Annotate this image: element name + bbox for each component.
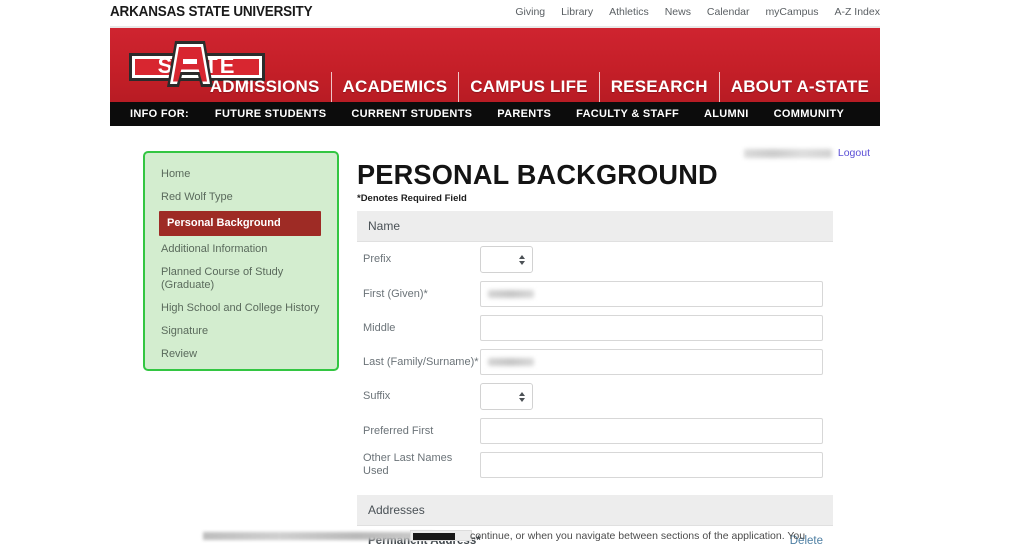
sidebar-item-signature[interactable]: Signature [145, 320, 337, 343]
label-last-name: Last (Family/Surname)* [363, 355, 479, 368]
section-header-name: Name [357, 211, 833, 242]
logout-link[interactable]: Logout [838, 147, 870, 159]
suffix-select[interactable] [480, 383, 533, 410]
label-other-last-names: Other Last Names Used [363, 452, 453, 477]
form-row-middle-name: Middle [357, 311, 833, 345]
preferred-first-input[interactable] [480, 418, 823, 444]
info-for-label: INFO FOR: [130, 108, 189, 120]
sidebar-item-red-wolf-type[interactable]: Red Wolf Type [145, 186, 337, 209]
utility-link-az-index[interactable]: A-Z Index [834, 6, 880, 18]
nav-research[interactable]: RESEARCH [598, 72, 719, 102]
nav-campus-life[interactable]: CAMPUS LIFE [458, 72, 598, 102]
info-for-bar: INFO FOR: FUTURE STUDENTS CURRENT STUDEN… [110, 102, 880, 126]
select-arrows-icon [519, 254, 525, 265]
first-name-field-wrap [480, 281, 833, 307]
last-name-redacted-value [488, 358, 534, 366]
main-navigation: ADMISSIONS ACADEMICS CAMPUS LIFE RESEARC… [199, 72, 880, 102]
utility-link-calendar[interactable]: Calendar [707, 6, 750, 18]
middle-name-input[interactable] [480, 315, 823, 341]
info-for-faculty-staff[interactable]: FACULTY & STAFF [576, 108, 679, 120]
sidebar-item-high-school-college-history[interactable]: High School and College History [145, 297, 337, 320]
university-name: ARKANSAS STATE UNIVERSITY [110, 4, 313, 20]
label-suffix: Suffix [363, 390, 391, 402]
label-prefix: Prefix [363, 253, 392, 265]
utility-links: Giving Library Athletics News Calendar m… [502, 6, 880, 18]
overlay-text: continue, or when you navigate between s… [470, 530, 806, 542]
utility-link-news[interactable]: News [665, 6, 691, 18]
select-arrows-icon [519, 391, 525, 402]
sidebar-item-review[interactable]: Review [145, 343, 337, 366]
main-content: PERSONAL BACKGROUND *Denotes Required Fi… [357, 160, 833, 556]
nav-about-astate[interactable]: ABOUT A-STATE [718, 72, 880, 102]
utility-bar: ARKANSAS STATE UNIVERSITY Giving Library… [110, 0, 880, 26]
application-sidebar: Home Red Wolf Type Personal Background A… [143, 151, 339, 371]
info-for-alumni[interactable]: ALUMNI [704, 108, 749, 120]
label-middle-name: Middle [363, 321, 396, 334]
utility-link-giving[interactable]: Giving [515, 6, 545, 18]
overlay-redacted-text [203, 532, 433, 540]
nav-admissions[interactable]: ADMISSIONS [199, 72, 331, 102]
account-area: Logout [743, 147, 870, 159]
form-row-other-last-names: Other Last Names Used [357, 448, 833, 482]
prefix-select[interactable] [480, 246, 533, 273]
account-user-name [743, 148, 832, 158]
other-last-names-input[interactable] [480, 452, 823, 478]
overlay-icon-bar [413, 533, 455, 540]
form-row-prefix: Prefix [357, 242, 833, 277]
site-banner: STATE ADMISSIONS ACADEMICS CAMPUS LIFE R… [110, 26, 880, 102]
label-first-name: First (Given)* [363, 287, 428, 300]
info-for-parents[interactable]: PARENTS [497, 108, 551, 120]
overlay-fragment: continue, or when you navigate between s… [0, 529, 1024, 543]
page-root: ARKANSAS STATE UNIVERSITY Giving Library… [0, 0, 1024, 547]
sidebar-item-personal-background[interactable]: Personal Background [159, 211, 321, 236]
sidebar-item-home[interactable]: Home [145, 163, 337, 186]
section-header-addresses: Addresses [357, 495, 833, 526]
required-field-note: *Denotes Required Field [357, 193, 467, 204]
nav-academics[interactable]: ACADEMICS [330, 72, 459, 102]
form-row-last-name: Last (Family/Surname)* [357, 345, 833, 379]
info-for-current-students[interactable]: CURRENT STUDENTS [351, 108, 472, 120]
utility-link-library[interactable]: Library [561, 6, 593, 18]
utility-link-athletics[interactable]: Athletics [609, 6, 649, 18]
info-for-future-students[interactable]: FUTURE STUDENTS [215, 108, 326, 120]
form-row-first-name: First (Given)* [357, 277, 833, 311]
info-for-community[interactable]: COMMUNITY [774, 108, 845, 120]
page-title: PERSONAL BACKGROUND [357, 159, 718, 190]
utility-link-mycampus[interactable]: myCampus [765, 6, 818, 18]
first-name-redacted-value [488, 290, 534, 298]
last-name-field-wrap [480, 349, 833, 375]
sidebar-item-planned-course-of-study[interactable]: Planned Course of Study (Graduate) [145, 261, 337, 297]
form-row-suffix: Suffix [357, 379, 833, 414]
label-preferred-first: Preferred First [363, 424, 434, 437]
form-row-preferred-first: Preferred First [357, 414, 833, 448]
sidebar-item-additional-information[interactable]: Additional Information [145, 238, 337, 261]
